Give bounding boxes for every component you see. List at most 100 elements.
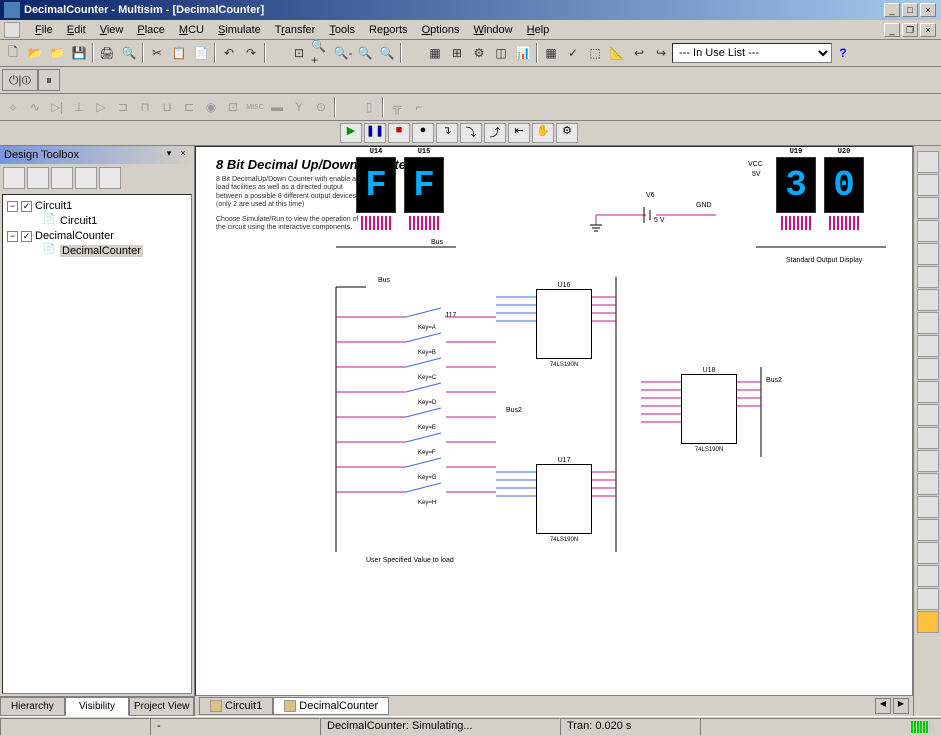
breakpoint-button[interactable]: ✋ [532,123,554,143]
place-diode-button[interactable]: ▷| [46,96,68,118]
tab-hierarchy[interactable]: Hierarchy [0,697,65,716]
menu-help[interactable]: Help [520,22,557,38]
place-basic-button[interactable]: ∿ [24,96,46,118]
record-button[interactable]: ● [412,123,434,143]
pause-button[interactable]: ❚❚ [364,123,386,143]
current-probe-button[interactable] [917,611,939,633]
tree-child-circuit1[interactable]: 📄 Circuit1 [7,213,187,229]
run-button[interactable]: ▶ [340,123,362,143]
print-preview-button[interactable]: 🔍 [118,42,140,64]
place-mixed-button[interactable]: ⊏ [178,96,200,118]
menu-tools[interactable]: Tools [322,22,362,38]
wattmeter-button[interactable] [917,197,939,219]
tab-circuit1[interactable]: Circuit1 [199,697,273,715]
scroll-left-button[interactable]: ◀ [875,698,891,714]
redo-button[interactable]: ↷ [240,42,262,64]
panel-dropdown-icon[interactable]: ▾ [162,148,176,162]
menu-options[interactable]: Options [415,22,467,38]
seven-segment-u14[interactable]: U14 F [356,157,396,213]
copy-button[interactable]: 📋 [168,42,190,64]
tb-settings-button[interactable] [99,167,121,189]
collapse-icon[interactable]: − [7,201,18,212]
tektronix-scope-button[interactable] [917,542,939,564]
in-use-list-dropdown[interactable]: --- In Use List --- [672,43,832,63]
paste-button[interactable]: 📄 [190,42,212,64]
distortion-analyzer-button[interactable] [917,404,939,426]
iv-analyzer-button[interactable] [917,381,939,403]
tab-decimalcounter[interactable]: DecimalCounter [273,697,389,715]
print-button[interactable]: 🖨 [96,42,118,64]
menu-transfer[interactable]: Transfer [268,22,323,38]
postprocessor-button[interactable]: ▦ [540,42,562,64]
spectrum-analyzer-button[interactable] [917,427,939,449]
place-ttl-button[interactable]: ⊐ [112,96,134,118]
menu-view[interactable]: View [93,22,131,38]
menu-file[interactable]: File [28,22,60,38]
minimize-button[interactable]: _ [884,3,900,17]
panel-close-button[interactable]: × [176,148,190,162]
mdi-close-button[interactable]: × [920,23,936,37]
menu-reports[interactable]: Reports [362,22,415,38]
menu-simulate[interactable]: Simulate [211,22,268,38]
save-button[interactable]: 💾 [68,42,90,64]
ultiboard-button[interactable]: 📐 [606,42,628,64]
place-power-button[interactable]: ⊡ [222,96,244,118]
open-samples-button[interactable]: 📁 [46,42,68,64]
tb-save-button[interactable] [51,167,73,189]
maximize-button[interactable]: □ [902,3,918,17]
zoom-out-button[interactable]: 🔍- [332,42,354,64]
four-channel-scope-button[interactable] [917,243,939,265]
hierarchy-tree[interactable]: − ✓ Circuit1 📄 Circuit1 − ✓ DecimalCount… [2,194,192,694]
forward-annotate-button[interactable]: ↪ [650,42,672,64]
step-into-button[interactable]: ↴ [436,123,458,143]
bode-plotter-button[interactable] [917,266,939,288]
place-misc-button[interactable]: MISC [244,96,266,118]
tree-root-circuit1[interactable]: − ✓ Circuit1 [7,199,187,213]
grapher-button[interactable]: 📊 [512,42,534,64]
menu-edit[interactable]: Edit [60,22,93,38]
spreadsheet-button[interactable]: ⊞ [446,42,468,64]
place-connector-button[interactable]: ⌐ [408,96,430,118]
collapse-icon[interactable]: − [7,231,18,242]
checkbox[interactable]: ✓ [21,201,32,212]
schematic-canvas[interactable]: 8 Bit Decimal Up/Down Counter 8 Bit Deci… [195,146,913,696]
place-bus-button[interactable]: ╦ [386,96,408,118]
place-cmos-button[interactable]: ⊓ [134,96,156,118]
tb-open-button[interactable] [27,167,49,189]
tab-project-view[interactable]: Project View [129,697,194,716]
function-generator-button[interactable] [917,174,939,196]
database-button[interactable]: ▦ [424,42,446,64]
multimeter-button[interactable] [917,151,939,173]
place-source-button[interactable]: ⟡ [2,96,24,118]
tree-root-decimalcounter[interactable]: − ✓ DecimalCounter [7,229,187,243]
agilent-mm-button[interactable] [917,496,939,518]
zoom-fit-button[interactable]: 🔍 [376,42,398,64]
step-over-button[interactable]: ⤵ [460,123,482,143]
backward-annotate-button[interactable]: ↩ [628,42,650,64]
labview-button[interactable] [917,565,939,587]
menu-mcu[interactable]: MCU [172,22,211,38]
ic-u16[interactable]: U16 74LS190N [536,282,592,359]
new-button[interactable]: 🗋 [2,42,24,64]
seven-segment-u20[interactable]: U20 0 [824,157,864,213]
step-back-button[interactable]: ⇤ [508,123,530,143]
agilent-fg-button[interactable] [917,473,939,495]
mdi-minimize-button[interactable]: _ [884,23,900,37]
tree-child-decimalcounter[interactable]: 📄 DecimalCounter [7,243,187,259]
mdi-restore-button[interactable]: ❐ [902,23,918,37]
place-rf-button[interactable]: Y [288,96,310,118]
ic-u18[interactable]: U18 74LS190N [681,367,737,444]
place-misc-digital-button[interactable]: ⊔ [156,96,178,118]
logic-converter-button[interactable] [917,358,939,380]
open-button[interactable]: 📂 [24,42,46,64]
place-transistor-button[interactable]: ⊥ [68,96,90,118]
scroll-right-button[interactable]: ▶ [893,698,909,714]
region-button[interactable]: ⬚ [584,42,606,64]
variant-button[interactable]: ◫ [490,42,512,64]
zoom-in-button[interactable]: 🔍+ [310,42,332,64]
close-button[interactable]: × [920,3,936,17]
zoom-area-button[interactable]: 🔍 [354,42,376,64]
place-indicator-button[interactable]: ◉ [200,96,222,118]
sim-switch[interactable]: ⏻|⏼ [2,69,38,91]
place-electromech-button[interactable]: ⊙ [310,96,332,118]
